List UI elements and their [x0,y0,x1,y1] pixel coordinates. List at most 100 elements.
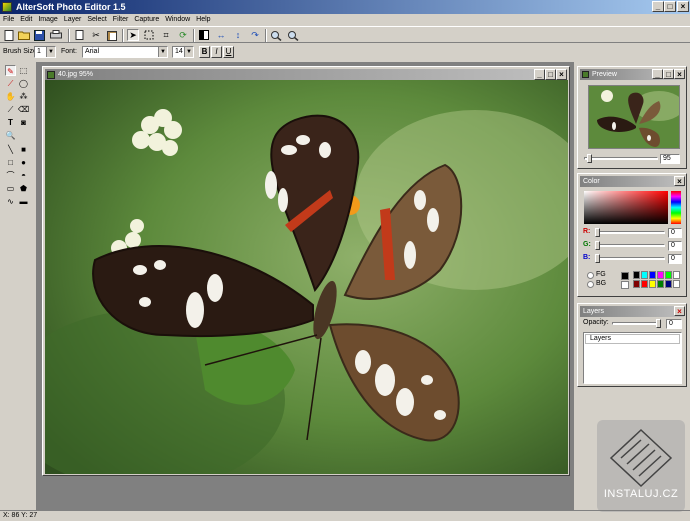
crop-icon[interactable]: ⌗ [160,29,172,41]
preview-zoom-thumb[interactable] [587,154,592,163]
r-thumb[interactable] [595,228,600,237]
menu-image[interactable]: Image [35,14,60,25]
ellipse-select-tool-icon[interactable]: ◯ [18,78,29,89]
underline-button[interactable]: U [223,46,234,58]
palette-swatch[interactable] [633,271,640,279]
rotate-icon[interactable]: ↷ [249,29,261,41]
curve-tool-icon[interactable]: ∿ [5,196,16,207]
palette-swatch[interactable] [665,280,672,288]
preview-minimize-button[interactable]: _ [652,69,663,79]
bg-color-swatch[interactable] [621,281,629,289]
palette-swatch[interactable] [649,280,656,288]
preview-zoom-slider[interactable] [584,157,658,160]
image-canvas[interactable] [45,80,568,474]
palette-swatch[interactable] [641,280,648,288]
menu-select[interactable]: Select [84,14,109,25]
menu-capture[interactable]: Capture [131,14,162,25]
minimize-button[interactable]: _ [652,1,664,12]
r-slider[interactable] [595,231,665,234]
pointer-icon[interactable]: ➤ [127,29,139,41]
preview-zoom-value[interactable]: 95 [660,154,680,164]
lasso-tool-icon[interactable]: ✋ [5,91,16,102]
b-thumb[interactable] [595,254,600,263]
r-value[interactable]: 0 [668,228,682,238]
fg-color-swatch[interactable] [621,272,629,280]
font-size-select[interactable]: 14 ▼ [172,46,194,58]
opacity-value[interactable]: 0 [666,319,682,329]
flip-horizontal-icon[interactable]: ↔ [215,29,227,41]
g-thumb[interactable] [595,241,600,250]
zoom-out-icon[interactable] [287,29,299,41]
menu-file[interactable]: File [0,14,17,25]
save-icon[interactable] [33,29,45,41]
flip-vertical-icon[interactable]: ↕ [232,29,244,41]
font-select[interactable]: Arial ▼ [82,46,168,58]
palette-swatch[interactable] [673,271,680,279]
hue-slider[interactable] [671,191,681,224]
menu-help[interactable]: Help [193,14,213,25]
preview-maximize-button[interactable]: □ [663,69,674,79]
zoom-tool-icon[interactable]: 🔍 [5,130,16,141]
rounded-rect-tool-icon[interactable]: ▭ [5,183,16,194]
zoom-in-icon[interactable] [270,29,282,41]
fill-rounded-rect-tool-icon[interactable]: ▬ [18,196,29,207]
palette-swatch[interactable] [665,271,672,279]
marquee-select-icon[interactable] [143,29,155,41]
layers-close-button[interactable]: × [674,306,685,316]
text-tool-icon[interactable]: T [5,117,16,128]
fg-radio[interactable] [587,272,594,279]
opacity-thumb[interactable] [656,319,661,328]
new-file-icon[interactable] [3,29,15,41]
pencil-tool-icon[interactable]: ✎ [5,65,16,76]
cut-icon[interactable]: ✂ [90,29,102,41]
polygon-tool-icon[interactable]: ⬟ [18,183,29,194]
copy-icon[interactable] [74,29,86,41]
open-folder-icon[interactable] [18,29,30,41]
rectangle-tool-icon[interactable]: □ [5,157,16,168]
palette-swatch[interactable] [633,280,640,288]
magic-wand-tool-icon[interactable]: ⁂ [18,91,29,102]
brush-tool-icon[interactable]: ⟋ [5,78,16,89]
paste-icon[interactable] [106,29,118,41]
arc-tool-icon[interactable]: ⌒ [5,170,16,181]
doc-close-button[interactable]: × [556,69,567,80]
g-slider[interactable] [595,244,665,247]
preview-close-button[interactable]: × [674,69,685,79]
b-slider[interactable] [595,257,665,260]
preview-thumbnail[interactable] [588,85,680,149]
refresh-icon[interactable]: ⟳ [177,29,189,41]
palette-swatch[interactable] [657,280,664,288]
bg-radio[interactable] [587,281,594,288]
print-icon[interactable] [50,29,62,41]
close-button[interactable]: × [677,1,689,12]
maximize-button[interactable]: □ [664,1,676,12]
line-tool-icon[interactable]: ╲ [5,144,16,155]
menu-edit[interactable]: Edit [17,14,35,25]
stamp-tool-icon[interactable]: ◙ [18,117,29,128]
italic-button[interactable]: I [211,46,222,58]
invert-colors-icon[interactable] [198,29,210,41]
eraser-tool-icon[interactable]: ⌫ [18,104,29,115]
opacity-slider[interactable] [612,322,660,325]
layer-item[interactable]: Layers [585,334,680,344]
palette-swatch[interactable] [673,280,680,288]
doc-maximize-button[interactable]: □ [545,69,556,80]
brush-size-select[interactable]: 1 ▼ [34,46,56,58]
palette-swatch[interactable] [649,271,656,279]
color-gradient-picker[interactable] [584,191,668,224]
fill-arc-tool-icon[interactable]: ◓ [18,170,29,181]
fill-ellipse-tool-icon[interactable]: ● [18,157,29,168]
menu-layer[interactable]: Layer [61,14,85,25]
bold-button[interactable]: B [199,46,210,58]
palette-swatch[interactable] [657,271,664,279]
rect-select-tool-icon[interactable]: ⬚ [18,65,29,76]
doc-minimize-button[interactable]: _ [534,69,545,80]
b-value[interactable]: 0 [668,254,682,264]
fill-rect-tool-icon[interactable]: ■ [18,144,29,155]
g-value[interactable]: 0 [668,241,682,251]
menu-window[interactable]: Window [162,14,193,25]
menu-filter[interactable]: Filter [110,14,132,25]
eyedropper-tool-icon[interactable]: ⟋ [5,104,16,115]
palette-swatch[interactable] [641,271,648,279]
color-close-button[interactable]: × [674,176,685,186]
